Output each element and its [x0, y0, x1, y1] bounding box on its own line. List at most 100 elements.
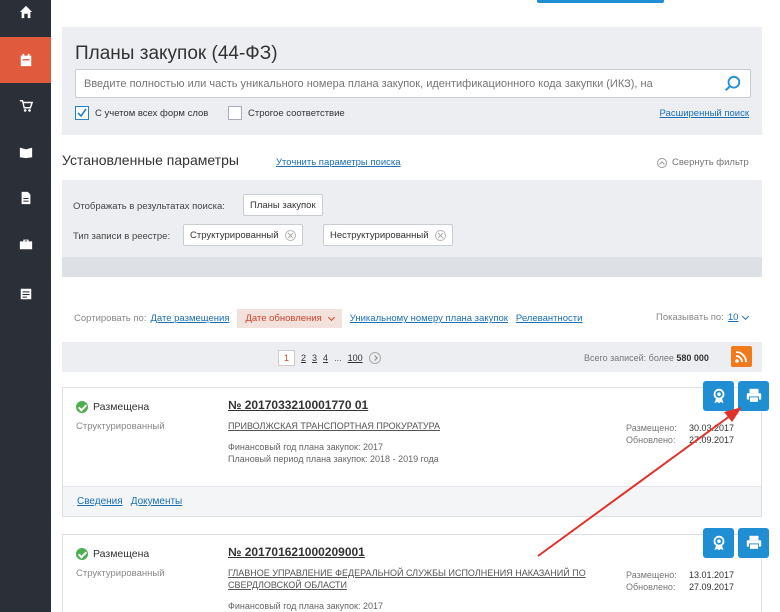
home-icon: [19, 5, 32, 19]
updated-label: Обновлено:: [626, 582, 676, 592]
page-link[interactable]: 2: [301, 353, 306, 363]
print-button[interactable]: [738, 381, 769, 411]
total-value: 580 000: [676, 353, 709, 363]
card-type: Структурированный: [76, 568, 165, 579]
search-panel: Планы закупок (44-ФЗ) С учетом всех форм…: [62, 27, 762, 135]
record-chip-label: Неструктурированный: [330, 229, 429, 241]
updated-value: 27.09.2017: [689, 435, 735, 445]
remove-icon[interactable]: [434, 229, 446, 241]
all-forms-option[interactable]: С учетом всех форм слов: [75, 106, 208, 120]
record-chip-label: Структурированный: [190, 229, 279, 241]
placed-label: Размещено:: [626, 423, 677, 433]
sort-active-label: Дате обновления: [245, 313, 322, 324]
check-circle-icon: [76, 548, 88, 560]
all-forms-checkbox[interactable]: [75, 106, 89, 120]
sidebar-item-calendar[interactable]: [0, 37, 51, 83]
certificate-icon: [713, 535, 724, 551]
total-label: Всего записей: более: [584, 353, 674, 363]
sort-option-date-placed[interactable]: Дате размещения: [150, 313, 229, 324]
sidebar-item-document[interactable]: [0, 175, 51, 221]
certificate-icon: [713, 388, 724, 404]
certificate-button[interactable]: [703, 381, 734, 411]
all-forms-label: С учетом всех форм слов: [95, 107, 209, 119]
card-status: Размещена: [76, 548, 149, 560]
sidebar-item-home[interactable]: [0, 0, 51, 35]
show-chip-label: Планы закупок: [250, 199, 316, 211]
page-link[interactable]: 3: [312, 353, 317, 363]
filters-panel: Отображать в результатах поиска: Планы з…: [62, 180, 762, 277]
advanced-search-link[interactable]: Расширенный поиск: [660, 108, 749, 119]
record-type-label: Тип записи в реестре:: [73, 231, 171, 242]
remove-icon[interactable]: [284, 229, 296, 241]
sort-label: Сортировать по:: [74, 313, 147, 324]
show-chip[interactable]: Планы закупок: [243, 194, 323, 216]
page-link[interactable]: 4: [323, 353, 328, 363]
record-chip-unstructured[interactable]: Неструктурированный: [323, 224, 453, 246]
search-input[interactable]: [84, 70, 714, 97]
sort-option-relevance[interactable]: Релевантности: [516, 313, 582, 324]
per-page-label: Показывать по:: [656, 312, 724, 323]
updated-value: 27.09.2017: [689, 582, 735, 592]
plan-number-link[interactable]: № 2017033210001770 01: [228, 398, 368, 412]
fin-year: Финансовый год плана закупок: 2017: [228, 442, 383, 452]
search-box: [75, 69, 751, 98]
sidebar-item-book[interactable]: [0, 129, 51, 175]
certificate-button[interactable]: [703, 528, 734, 558]
page-ellipsis: ...: [334, 353, 342, 363]
strict-option[interactable]: Строгое соответствие: [228, 106, 345, 120]
sidebar-item-notes[interactable]: [0, 271, 51, 317]
organization-link[interactable]: ПРИВОЛЖСКАЯ ТРАНСПОРТНАЯ ПРОКУРАТУРА: [228, 420, 618, 432]
check-circle-icon: [76, 401, 88, 413]
next-page-icon[interactable]: [368, 352, 381, 364]
params-heading: Установленные параметры: [62, 152, 239, 168]
top-action-button[interactable]: [537, 0, 664, 3]
search-icon[interactable]: [724, 75, 742, 93]
page-current[interactable]: 1: [278, 350, 296, 366]
card-status: Размещена: [76, 401, 149, 413]
strict-label: Строгое соответствие: [248, 107, 345, 119]
placed-value: 13.01.2017: [689, 570, 735, 580]
details-link[interactable]: Сведения: [77, 496, 123, 507]
strict-checkbox[interactable]: [228, 106, 242, 120]
plan-number-link[interactable]: № 201701621000209001: [228, 545, 365, 559]
filters-footer: [62, 257, 762, 277]
updated-date: Обновлено: 27.09.2017: [626, 581, 734, 593]
result-card: Размещена Структурированный № 2017033210…: [62, 387, 762, 517]
sidebar: [0, 0, 51, 612]
sort-bar: Сортировать по: Дате размещения Дате обн…: [74, 309, 590, 328]
documents-link[interactable]: Документы: [131, 496, 183, 507]
placed-value: 30.03.2017: [689, 423, 735, 433]
sidebar-item-cart[interactable]: [0, 83, 51, 129]
rss-icon: [735, 351, 747, 363]
fin-year: Финансовый год плана закупок: 2017: [228, 601, 383, 611]
card-type: Структурированный: [76, 421, 165, 432]
card-links: Сведения Документы: [63, 486, 761, 516]
cart-icon: [19, 100, 33, 112]
sort-option-unique-number[interactable]: Уникальному номеру плана закупок: [350, 313, 508, 324]
result-card: Размещена Структурированный № 2017016210…: [62, 534, 762, 612]
notes-icon: [20, 288, 31, 300]
placed-label: Размещено:: [626, 570, 677, 580]
book-icon: [19, 147, 32, 159]
printer-icon: [746, 388, 761, 403]
printer-icon: [746, 535, 761, 550]
per-page-selector[interactable]: Показывать по: 10: [656, 312, 750, 323]
chevron-up-icon: [657, 157, 667, 168]
organization-link[interactable]: ГЛАВНОЕ УПРАВЛЕНИЕ ФЕДЕРАЛЬНОЙ СЛУЖБЫ ИС…: [228, 567, 618, 591]
collapse-filter-toggle[interactable]: Свернуть фильтр: [657, 157, 749, 168]
checkmark-icon: [77, 108, 87, 118]
chevron-down-icon: [327, 313, 335, 321]
status-label: Размещена: [93, 548, 150, 560]
sort-option-date-updated[interactable]: Дате обновления: [237, 309, 342, 328]
pager-bar: 1 2 3 4 ... 100 Всего записей: более 580…: [62, 342, 762, 372]
record-chip-structured[interactable]: Структурированный: [183, 224, 303, 246]
per-page-value[interactable]: 10: [728, 312, 739, 323]
refine-search-link[interactable]: Уточнить параметры поиска: [276, 157, 401, 168]
page-last[interactable]: 100: [348, 353, 363, 363]
pagination: 1 2 3 4 ... 100: [278, 350, 381, 366]
rss-button[interactable]: [731, 346, 752, 367]
collapse-filter-label: Свернуть фильтр: [672, 157, 749, 168]
print-button[interactable]: [738, 528, 769, 558]
show-in-results-label: Отображать в результатах поиска:: [73, 201, 225, 212]
sidebar-item-briefcase[interactable]: [0, 221, 51, 267]
